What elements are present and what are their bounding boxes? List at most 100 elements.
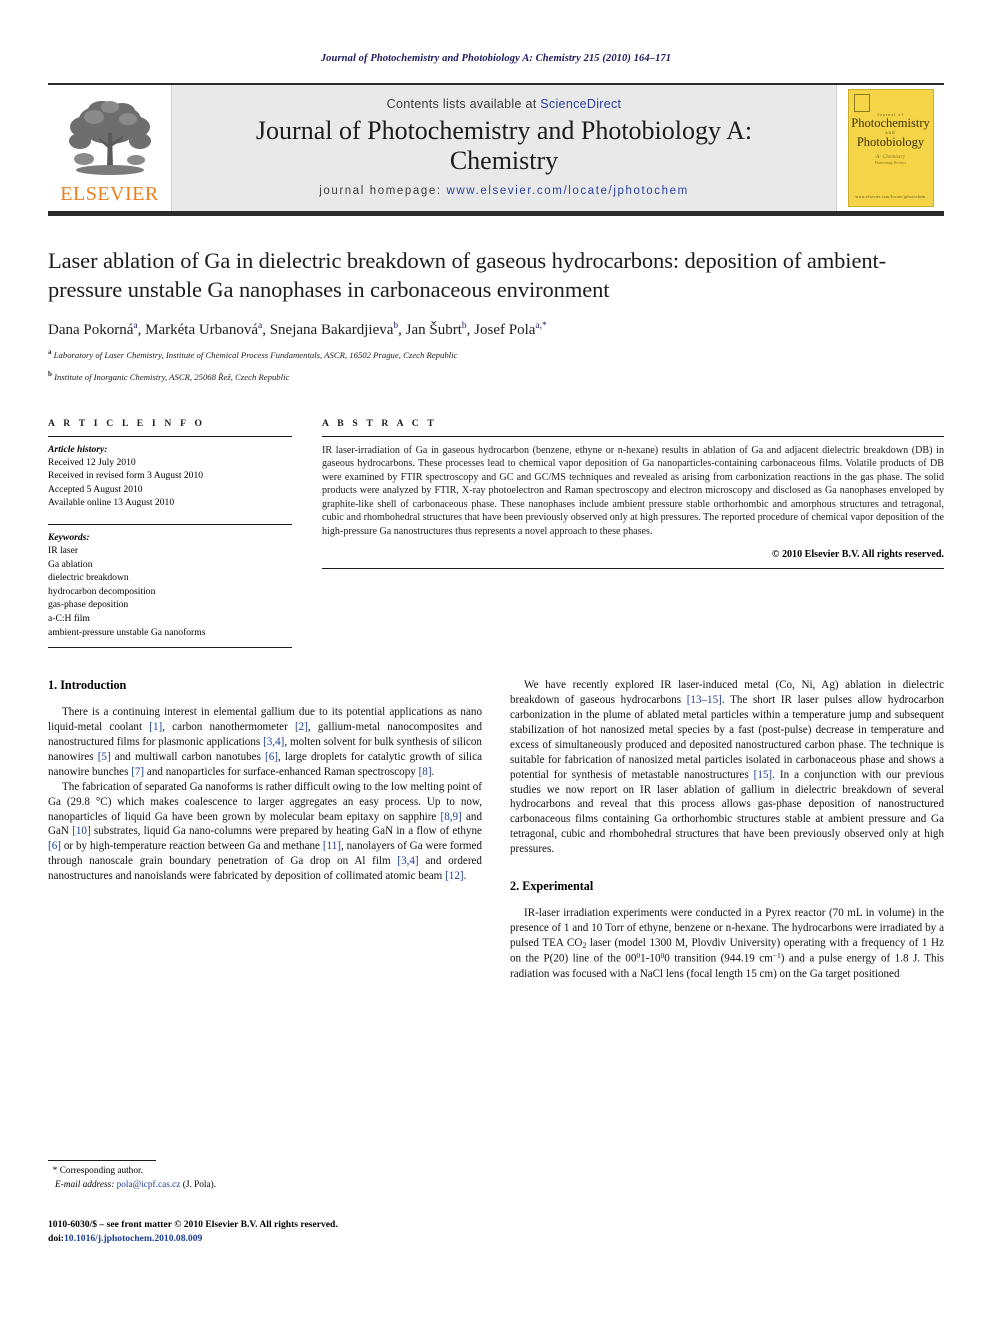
corresponding-author-line: * Corresponding author.	[48, 1165, 468, 1179]
citation-link[interactable]: [10]	[72, 825, 90, 837]
citation-link[interactable]: [13–15]	[687, 694, 722, 706]
homepage-url-link[interactable]: www.elsevier.com/locate/jphotochem	[446, 185, 688, 197]
citation-link[interactable]: [8]	[419, 766, 432, 778]
journal-homepage-line: journal homepage: www.elsevier.com/locat…	[319, 185, 689, 197]
affiliation-b-text: Institute of Inorganic Chemistry, ASCR, …	[54, 371, 290, 382]
section-heading-introduction: 1. Introduction	[48, 678, 127, 693]
keywords-rule	[48, 523, 292, 525]
abstract-copyright: © 2010 Elsevier B.V. All rights reserved…	[771, 549, 944, 561]
history-item: Received 12 July 2010	[48, 456, 136, 468]
email-line: E-mail address: pola@icpf.cas.cz (J. Pol…	[48, 1179, 468, 1192]
colophon: 1010-6030/$ – see front matter © 2010 El…	[48, 1218, 568, 1246]
elsevier-tree-icon	[68, 100, 151, 175]
text-run: . In a conjunction with our previous stu…	[510, 768, 944, 856]
doi-link[interactable]: 10.1016/j.jphotochem.2010.08.009	[64, 1233, 202, 1244]
affiliation-a-text: Laboratory of Laser Chemistry, Institute…	[53, 349, 458, 360]
keyword-item: IR laser	[48, 544, 79, 556]
info-abstract-row: A R T I C L E I N F O Article history: R…	[48, 418, 944, 649]
contents-prefix: Contents lists available at	[386, 97, 541, 112]
corresponding-author-footnote: * Corresponding author. E-mail address: …	[48, 1160, 468, 1192]
title-block: Laser ablation of Ga in dielectric break…	[48, 246, 944, 384]
citation-link[interactable]: [15]	[754, 769, 772, 781]
article-title: Laser ablation of Ga in dielectric break…	[48, 248, 887, 303]
article-history-list: Received 12 July 2010 Received in revise…	[48, 456, 292, 510]
citation-link[interactable]: [12]	[445, 870, 463, 882]
email-link[interactable]: pola@icpf.cas.cz	[117, 1180, 181, 1190]
text-run: 0 transition (944.19 cm	[664, 952, 773, 965]
keyword-item: a-C:H film	[48, 612, 90, 624]
cover-subtitle: A: Chemistry	[875, 154, 906, 160]
citation-link[interactable]: [2]	[295, 721, 308, 733]
keyword-item: ambient-pressure unstable Ga nanoforms	[48, 626, 206, 638]
citation-link[interactable]: [6]	[265, 751, 278, 763]
citation-link[interactable]: [6]	[48, 840, 61, 852]
superscript-minus-one: −1	[772, 951, 781, 961]
corresponding-author-text: Corresponding author.	[57, 1166, 143, 1176]
history-item: Accepted 5 August 2010	[48, 483, 143, 495]
citation-link[interactable]: [1]	[149, 721, 162, 733]
affiliation-a: a Laboratory of Laser Chemistry, Institu…	[48, 347, 458, 360]
journal-masthead: ELSEVIER Contents lists available at Sci…	[48, 83, 944, 211]
journal-cover-thumbnail: Journal of Photochemistry and Photobiolo…	[837, 85, 944, 211]
contents-available-line: Contents lists available at ScienceDirec…	[387, 97, 622, 111]
abstract-column: A B S T R A C T IR laser-irradiation of …	[322, 418, 944, 649]
abstract-rule-bottom	[322, 568, 944, 570]
intro-paragraph-1: There is a continuing interest in elemen…	[48, 705, 482, 780]
paper-page: Journal of Photochemistry and Photobiolo…	[0, 0, 992, 1323]
sciencedirect-link[interactable]: ScienceDirect	[540, 97, 621, 111]
journal-title-line2: Chemistry	[449, 145, 559, 175]
elsevier-wordmark: ELSEVIER	[60, 182, 159, 205]
history-item: Available online 13 August 2010	[48, 497, 175, 509]
email-suffix: (J. Pola).	[180, 1179, 217, 1190]
citation-link[interactable]: [5]	[98, 751, 111, 763]
experimental-paragraph-1: IR-laser irradiation experiments were co…	[510, 906, 944, 982]
article-history-label: Article history:	[48, 443, 108, 455]
text-run: , carbon nanothermometer	[162, 721, 295, 734]
keywords-label: Keywords:	[48, 531, 90, 543]
cover-subtitle-2: Photoenergy Reviews	[874, 161, 907, 165]
citation-link[interactable]: [7]	[131, 766, 144, 778]
keyword-item: dielectric breakdown	[48, 572, 129, 584]
body-left-column: 1. Introduction There is a continuing in…	[48, 678, 482, 981]
body-columns: 1. Introduction There is a continuing in…	[48, 678, 944, 981]
text-run: The fabrication of separated Ga nanoform…	[48, 780, 482, 823]
issn-front-matter-line: 1010-6030/$ – see front matter © 2010 El…	[48, 1219, 338, 1230]
journal-title: Journal of Photochemistry and Photobiolo…	[256, 116, 752, 174]
article-info-column: A R T I C L E I N F O Article history: R…	[48, 418, 292, 649]
journal-title-line1: Journal of Photochemistry and Photobiolo…	[255, 116, 753, 146]
homepage-prefix: journal homepage:	[319, 184, 447, 197]
journal-banner: Contents lists available at ScienceDirec…	[171, 85, 837, 211]
abstract-rule-top	[322, 435, 944, 437]
cover-publisher-mark-icon	[853, 94, 870, 112]
citation-link[interactable]: [8,9]	[441, 811, 462, 823]
doi-line: doi:10.1016/j.jphotochem.2010.08.009	[48, 1232, 568, 1246]
article-info-heading: A R T I C L E I N F O	[48, 417, 206, 429]
cover-footer-url: www.elsevier.com/locate/jphotochem	[855, 194, 926, 199]
history-item: Received in revised form 3 August 2010	[48, 470, 204, 482]
citation-link[interactable]: [3,4]	[397, 855, 418, 867]
elsevier-logo: ELSEVIER	[48, 85, 171, 211]
text-run: .	[463, 870, 467, 883]
text-run: .	[431, 765, 435, 778]
citation-link[interactable]: [11]	[323, 840, 341, 852]
keywords-list: IR laser Ga ablation dielectric breakdow…	[48, 544, 292, 639]
citation-link[interactable]: [3,4]	[263, 736, 284, 748]
keyword-item: Ga ablation	[48, 558, 93, 570]
text-run: and nanoparticles for surface-enhanced R…	[144, 765, 419, 778]
abstract-text: IR laser-irradiation of Ga in gaseous hy…	[322, 444, 944, 537]
cover-title-line1: Photochemistry	[851, 116, 930, 130]
section-heading-experimental: 2. Experimental	[510, 879, 594, 894]
intro-paragraph-3: We have recently explored IR laser-induc…	[510, 678, 944, 857]
keyword-item: hydrocarbon decomposition	[48, 585, 156, 597]
body-right-column: We have recently explored IR laser-induc…	[510, 678, 944, 981]
text-run: substrates, liquid Ga nano-columns were …	[90, 825, 482, 838]
masthead-bottom-rule	[48, 211, 944, 216]
doi-label: doi:	[48, 1232, 64, 1244]
keyword-item: gas-phase deposition	[48, 599, 129, 611]
author-list: Dana Pokornáa, Markéta Urbanováa, Snejan…	[48, 320, 547, 338]
cover-title-line2: Photobiology	[856, 135, 925, 149]
article-info-rule-top	[48, 435, 292, 437]
abstract-heading: A B S T R A C T	[322, 417, 437, 429]
cover-image: Journal of Photochemistry and Photobiolo…	[847, 89, 934, 207]
